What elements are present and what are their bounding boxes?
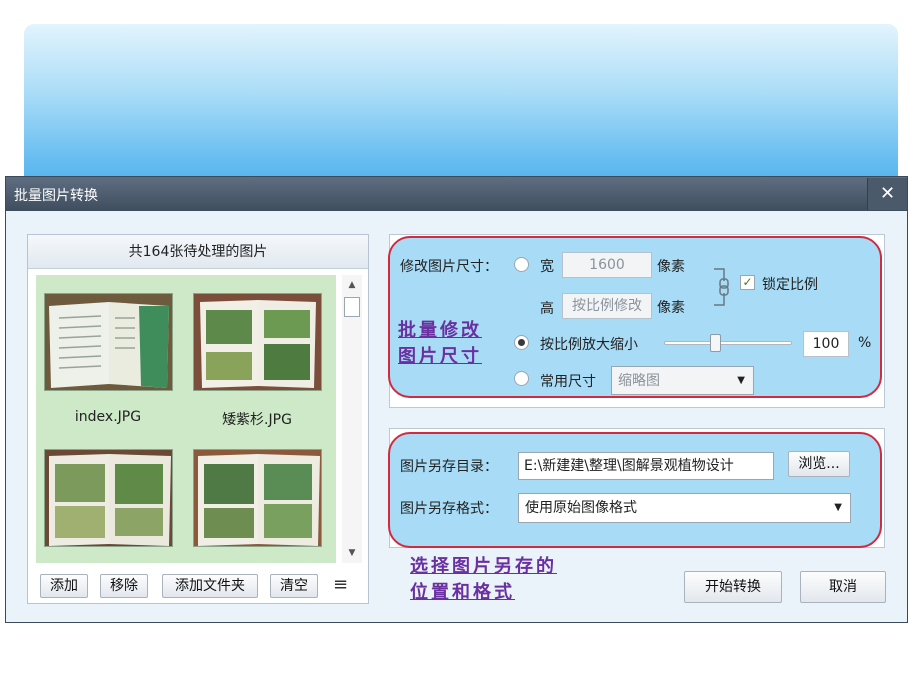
resize-label: 修改图片尺寸： [400, 259, 498, 275]
scroll-thumb[interactable] [344, 297, 360, 317]
list-view-icon[interactable]: ≡ [333, 574, 348, 595]
chevron-down-icon: ▼ [834, 502, 842, 513]
scale-radio[interactable] [514, 335, 529, 350]
width-label: 宽 [540, 259, 554, 275]
common-size-radio[interactable] [514, 371, 529, 386]
start-convert-button[interactable]: 开始转换 [684, 571, 782, 603]
scale-slider-handle[interactable] [709, 334, 721, 352]
common-size-select[interactable]: 缩略图 ▼ [611, 366, 754, 395]
thumbnail-image[interactable] [193, 449, 322, 547]
scale-unit: % [858, 335, 872, 351]
remove-button[interactable]: 移除 [100, 574, 148, 598]
thumbnail-filename: 矮紫杉.JPG [222, 412, 292, 428]
save-dir-input[interactable]: E:\新建建\整理\图解景观植物设计 [518, 452, 774, 480]
add-button[interactable]: 添加 [40, 574, 88, 598]
add-folder-button[interactable]: 添加文件夹 [162, 574, 258, 598]
height-input[interactable]: 按比例修改 [562, 293, 652, 319]
resize-annotation-line1: 批量修改 [398, 320, 482, 341]
save-highlight [388, 432, 882, 548]
save-format-label: 图片另存格式： [400, 501, 498, 517]
file-list-panel: 共164张待处理的图片 index.JPG 矮紫杉.JPG ▲ ▼ 添加 移除 … [27, 234, 369, 604]
height-label: 高 [540, 301, 554, 317]
lock-ratio-checkbox[interactable]: ✓ [740, 275, 755, 290]
close-button[interactable]: ✕ [867, 178, 907, 210]
thumbnail-image[interactable] [193, 293, 322, 391]
width-radio[interactable] [514, 257, 529, 272]
cancel-button[interactable]: 取消 [800, 571, 886, 603]
thumbnail-filename: index.JPG [74, 409, 142, 425]
save-dir-label: 图片另存目录： [400, 459, 498, 475]
common-size-value: 缩略图 [618, 373, 660, 389]
thumbnail-scrollbar[interactable]: ▲ ▼ [342, 275, 362, 563]
scroll-up-icon[interactable]: ▲ [342, 275, 362, 295]
dialog-title: 批量图片转换 [14, 188, 98, 204]
save-annotation-line1: 选择图片另存的 [410, 556, 557, 577]
scale-slider[interactable] [664, 341, 792, 345]
width-unit: 像素 [657, 259, 685, 275]
dialog-titlebar: 批量图片转换 ✕ [6, 177, 907, 211]
scale-label: 按比例放大缩小 [540, 337, 638, 353]
thumbnail-image[interactable] [44, 293, 173, 391]
scroll-down-icon[interactable]: ▼ [342, 543, 362, 563]
save-annotation-line2: 位置和格式 [410, 582, 515, 603]
chevron-down-icon: ▼ [737, 375, 745, 386]
save-format-value: 使用原始图像格式 [525, 500, 637, 516]
resize-annotation: 批量修改 图片尺寸 [398, 318, 482, 370]
resize-annotation-line2: 图片尺寸 [398, 346, 482, 367]
common-size-label: 常用尺寸 [540, 374, 596, 390]
clear-button[interactable]: 清空 [270, 574, 318, 598]
thumbnail-image[interactable] [44, 449, 173, 547]
save-format-select[interactable]: 使用原始图像格式 ▼ [518, 493, 851, 523]
height-unit: 像素 [657, 300, 685, 316]
width-input[interactable]: 1600 [562, 252, 652, 278]
scale-input[interactable]: 100 [803, 331, 849, 357]
chain-link-icon[interactable] [712, 267, 732, 307]
browse-button[interactable]: 浏览... [788, 451, 850, 477]
save-annotation: 选择图片另存的 位置和格式 [410, 554, 557, 606]
lock-ratio-label: 锁定比例 [762, 277, 818, 293]
file-count-header: 共164张待处理的图片 [28, 235, 368, 269]
thumbnail-grid: index.JPG 矮紫杉.JPG [36, 275, 336, 563]
